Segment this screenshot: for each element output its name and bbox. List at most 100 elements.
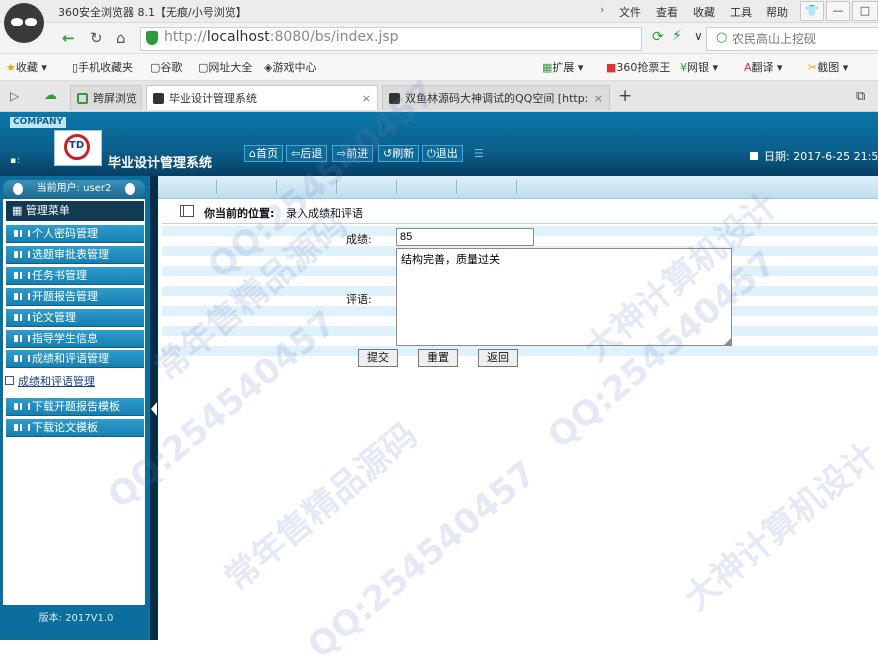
browser-logo-icon xyxy=(4,3,44,43)
sidebar-item-thesis[interactable]: 论文管理 xyxy=(6,309,144,327)
search-text: 农民高山上挖砚 xyxy=(732,32,817,46)
cloud-icon[interactable]: ☁ xyxy=(44,88,57,103)
speed-icon[interactable]: ⟳ xyxy=(652,29,664,45)
divider xyxy=(456,180,457,194)
tab-icon xyxy=(389,93,400,104)
resize-grip-icon[interactable]: ◢ xyxy=(724,337,731,347)
back-form-button[interactable]: 返回 xyxy=(478,349,518,367)
yen-icon: ¥ xyxy=(680,61,687,74)
list-icon xyxy=(14,272,30,279)
tab-icon xyxy=(153,93,164,104)
list-icon xyxy=(14,403,30,410)
book-icon xyxy=(180,205,194,217)
menu-title: ▦ 管理菜单 xyxy=(6,201,144,221)
menu-view[interactable]: 查看 xyxy=(656,4,678,20)
divider xyxy=(216,180,217,194)
translate-button[interactable]: A翻译 ▾ xyxy=(744,59,783,75)
back-arrow-icon[interactable]: ← xyxy=(62,29,75,47)
divider xyxy=(336,180,337,194)
list-icon xyxy=(14,424,30,431)
reset-button[interactable]: 重置 xyxy=(418,349,458,367)
translate-icon: A xyxy=(744,61,752,74)
menu-tools[interactable]: 工具 xyxy=(730,4,752,20)
close-tab-icon[interactable]: × xyxy=(594,86,603,110)
restore-tabs-icon[interactable]: ⧉ xyxy=(856,89,865,104)
forward-button[interactable]: ⇨前进 xyxy=(332,145,374,162)
sidebar-subitem-grades[interactable]: 成绩和评语管理 xyxy=(5,373,95,389)
menu-help[interactable]: 帮助 xyxy=(766,4,788,20)
pin-icon xyxy=(125,183,135,195)
version-label: 版本: 2017V1.0 xyxy=(0,606,152,640)
system-title: 毕业设计管理系统 xyxy=(108,156,213,171)
new-tab-button[interactable]: + xyxy=(618,86,632,106)
menu-file[interactable]: 文件 xyxy=(619,4,641,20)
list-icon xyxy=(14,355,30,362)
list-icon xyxy=(14,335,30,342)
grid-icon: ☰ xyxy=(474,147,484,160)
collapse-arrow-icon[interactable] xyxy=(151,402,157,416)
breadcrumb-label: 你当前的位置: xyxy=(204,207,275,220)
sidebar-item-grades[interactable]: 成绩和评语管理 xyxy=(6,350,144,368)
comment-textarea[interactable]: 结构完善，质量过关 xyxy=(396,248,732,346)
bookmark-sites[interactable]: ▢网址大全 xyxy=(198,59,252,75)
url-text: http://localhost:8080/bs/index.jsp xyxy=(164,29,399,45)
sidebar-item-proposal[interactable]: 开题报告管理 xyxy=(6,288,144,306)
submit-button[interactable]: 提交 xyxy=(358,349,398,367)
pin-icon xyxy=(13,183,23,195)
bookmark-favorites[interactable]: ★收藏 ▾ xyxy=(6,59,47,75)
score-label: 成绩: xyxy=(346,233,372,246)
list-icon xyxy=(14,230,30,237)
tab-cross-screen[interactable]: 跨屏浏览 xyxy=(70,85,142,110)
browser-title: 360安全浏览器 8.1【无痕/小号浏览】 xyxy=(58,6,247,19)
reload-icon[interactable]: ↻ xyxy=(90,29,103,47)
list-icon xyxy=(14,293,30,300)
ticket-icon: ■ xyxy=(606,61,617,74)
home-button[interactable]: ⌂首页 xyxy=(244,145,283,162)
ticket-button[interactable]: ■360抢票王 xyxy=(606,59,670,75)
grid-icon: ▦ xyxy=(542,61,553,74)
sidebar-item-download-proposal[interactable]: 下载开题报告模板 xyxy=(6,398,144,416)
screenshot-button[interactable]: ✂截图 ▾ xyxy=(808,59,848,75)
list-icon xyxy=(14,314,30,321)
current-user-bar: 当前用户: user2 xyxy=(3,180,145,198)
divider xyxy=(276,180,277,194)
close-tab-icon[interactable]: × xyxy=(362,86,371,110)
search-icon: ○ xyxy=(716,30,728,45)
menu-grid-icon: ▦ xyxy=(12,204,23,217)
sidebar-item-download-thesis[interactable]: 下载论文模板 xyxy=(6,419,144,437)
bank-button[interactable]: ¥网银 ▾ xyxy=(680,59,718,75)
tab-icon xyxy=(77,93,88,104)
sidebar-item-topic-approval[interactable]: 选题审批表管理 xyxy=(6,246,144,264)
home-icon[interactable]: ⌂ xyxy=(116,29,126,47)
sidebar-item-students[interactable]: 指导学生信息 xyxy=(6,330,144,348)
bookmark-google[interactable]: ▢谷歌 xyxy=(150,59,182,75)
sidebar-toggle-icon[interactable]: ▷ xyxy=(10,89,19,103)
bookmark-games[interactable]: ◈游戏中心 xyxy=(264,59,316,75)
refresh-button[interactable]: ↺刷新 xyxy=(378,145,420,162)
lightning-icon[interactable]: ⚡ xyxy=(672,28,682,44)
breadcrumb-value: 录入成绩和评语 xyxy=(286,207,363,220)
bullet-icon xyxy=(5,376,14,385)
tab-qq-space[interactable]: 双鱼林源码大神调试的QQ空间 [http: × xyxy=(382,85,610,110)
score-input[interactable] xyxy=(396,228,534,246)
extensions-button[interactable]: ▦扩展 ▾ xyxy=(542,59,583,75)
date-square-icon xyxy=(750,152,758,160)
menu-favorites[interactable]: 收藏 xyxy=(693,4,715,20)
skin-button[interactable]: 👕 xyxy=(800,1,824,21)
sidebar-item-task-book[interactable]: 任务书管理 xyxy=(6,267,144,285)
star-icon: ★ xyxy=(6,61,16,74)
minimize-button[interactable]: — xyxy=(826,1,850,21)
company-label: COMPANY xyxy=(10,117,66,128)
chevron-down-icon[interactable]: ∨ xyxy=(694,29,703,43)
content-toolbar-strip xyxy=(158,176,878,199)
menu-arrow-icon[interactable]: › xyxy=(600,3,604,16)
logo-eye-left xyxy=(11,18,23,26)
bookmark-mobile[interactable]: ▯手机收藏夹 xyxy=(72,59,133,75)
maximize-button[interactable]: □ xyxy=(852,1,878,21)
date-display: 日期: 2017-6-25 21:59 xyxy=(750,148,878,164)
tab-graduation-system[interactable]: 毕业设计管理系统 × xyxy=(146,85,378,110)
logout-button[interactable]: ⏻退出 xyxy=(422,145,463,162)
sidebar-item-password[interactable]: 个人密码管理 xyxy=(6,225,144,243)
back-button[interactable]: ⇦后退 xyxy=(286,145,328,162)
comment-label: 评语: xyxy=(346,293,372,306)
